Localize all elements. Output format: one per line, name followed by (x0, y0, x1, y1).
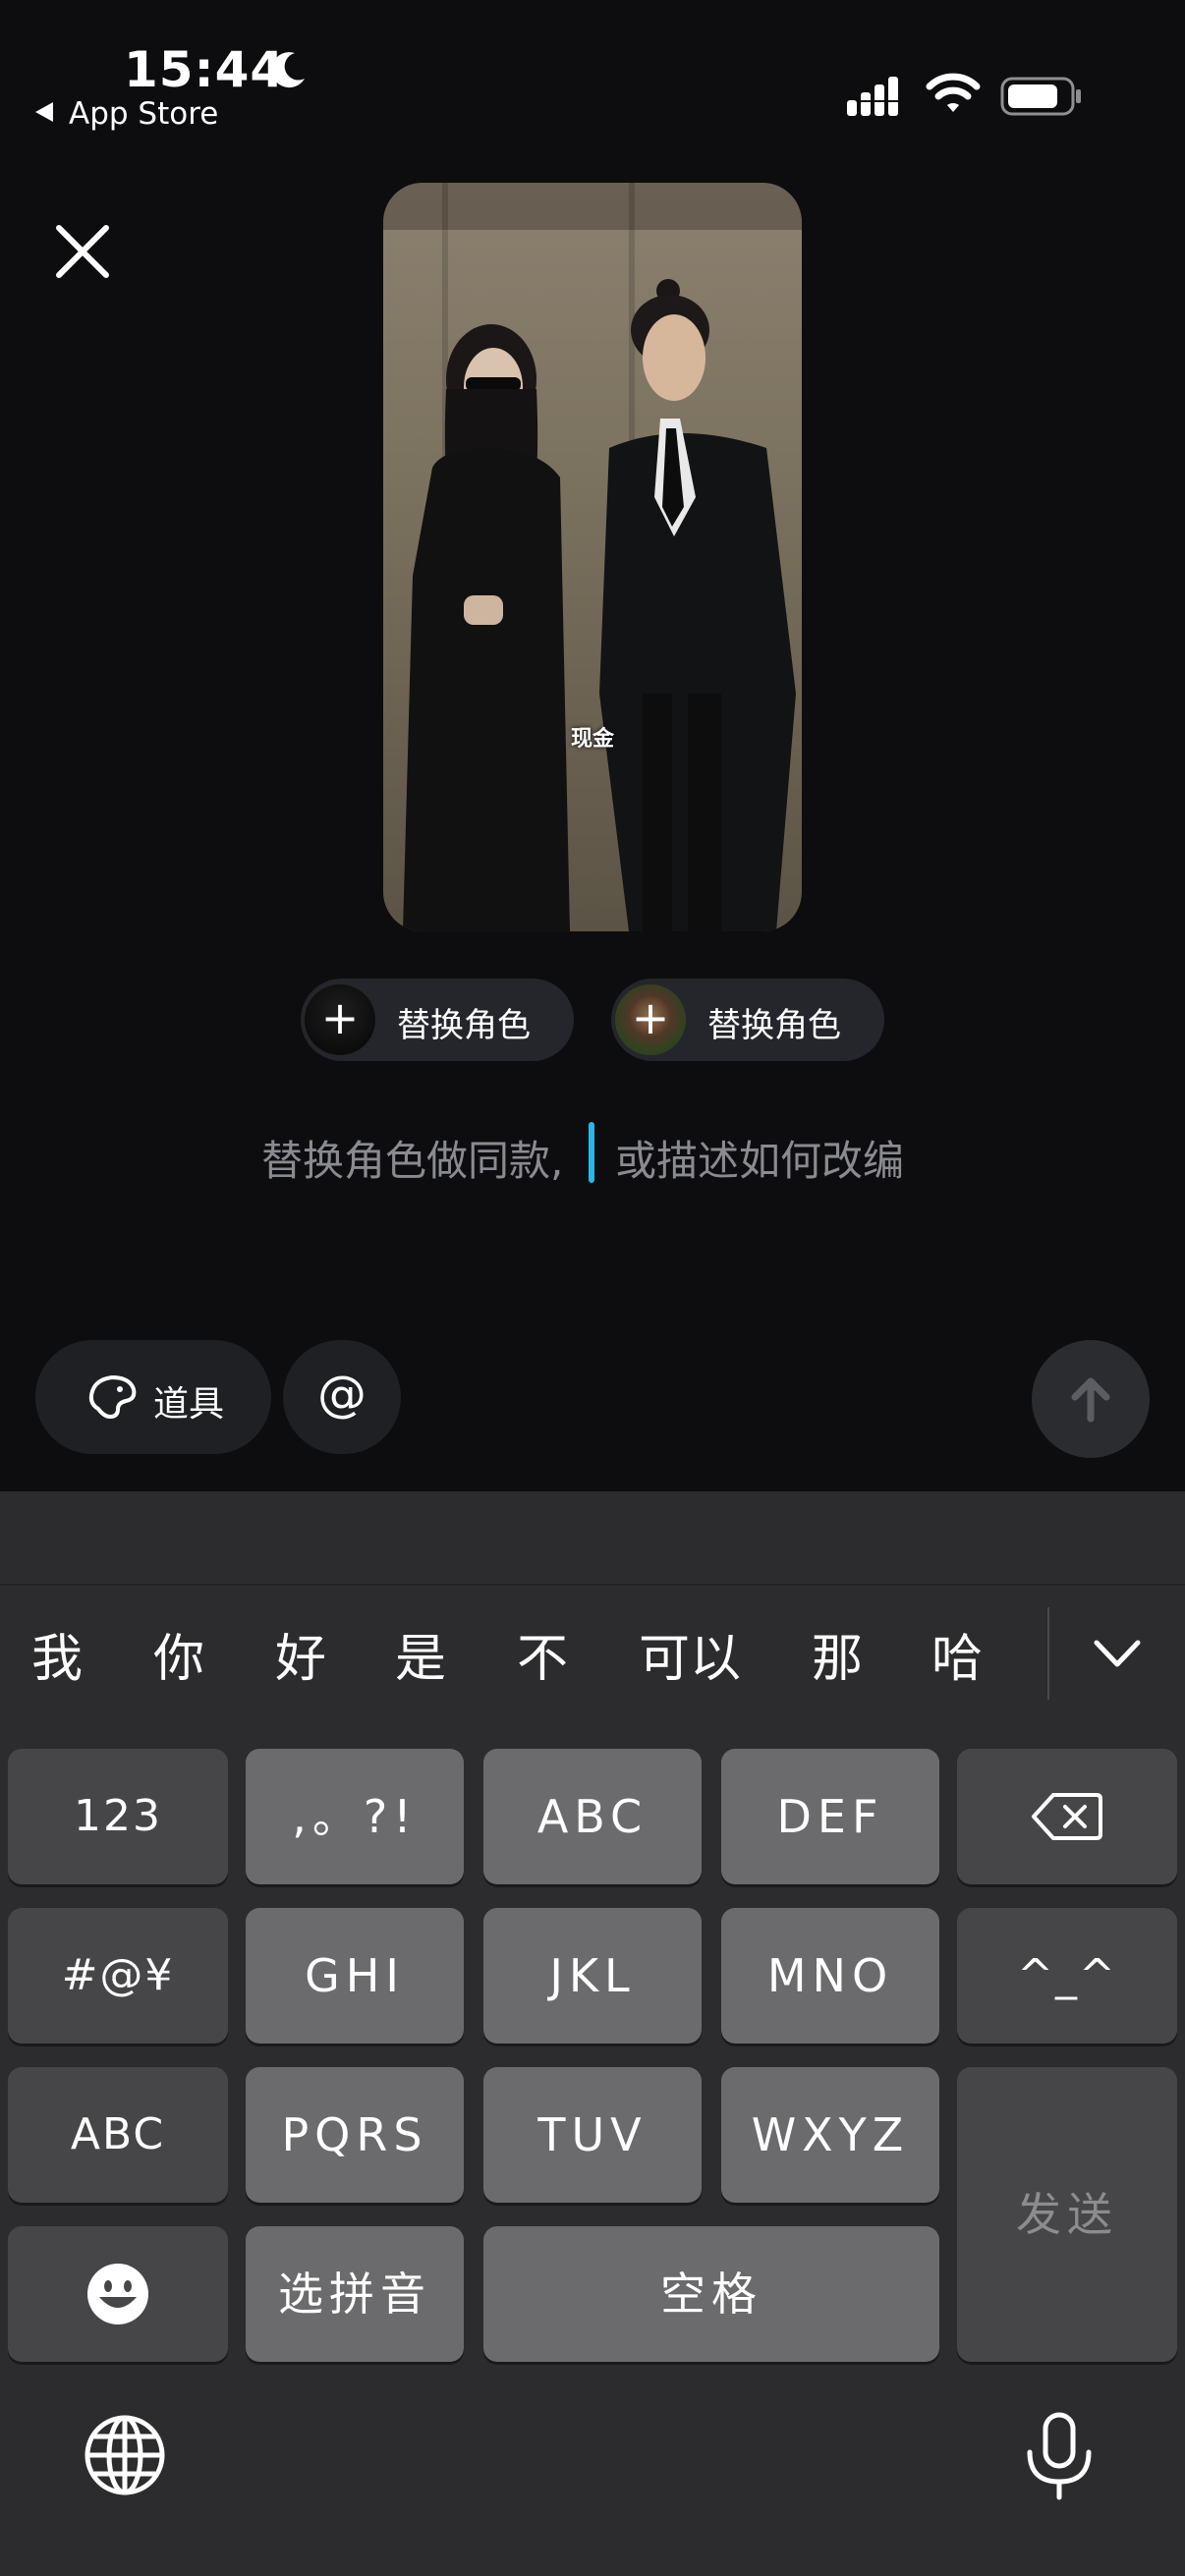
prompt-placeholder-right: 或描述如何改编 (615, 1137, 905, 1185)
chip-label: 替换角色 (397, 1006, 531, 1045)
candidate-word[interactable]: 我 (31, 1617, 83, 1691)
prompt-placeholder-left: 替换角色做同款, (261, 1137, 564, 1185)
send-key[interactable]: 发送 (957, 2067, 1177, 2362)
key-wxyz[interactable]: WXYZ (721, 2067, 939, 2203)
emoji-key[interactable] (8, 2226, 228, 2362)
chip-label: 替换角色 (707, 1006, 841, 1045)
key-123[interactable]: 123 (8, 1749, 228, 1884)
plus-icon: + (615, 984, 686, 1055)
replace-character-chip-2[interactable]: + 替换角色 (611, 979, 884, 1061)
chevron-down-icon[interactable] (1093, 1635, 1142, 1674)
key-pqrs[interactable]: PQRS (246, 2067, 464, 2203)
battery-icon (1000, 77, 1081, 116)
key-english[interactable]: ABC (8, 2067, 228, 2203)
at-icon: @ (317, 1366, 367, 1423)
video-caption: 现金 (570, 727, 614, 752)
status-bar: 15:44 App Store (0, 0, 1185, 157)
candidate-divider (1047, 1607, 1049, 1700)
props-label: 道具 (153, 1384, 225, 1425)
candidate-word[interactable]: 是 (395, 1617, 446, 1691)
emoji-icon (87, 2264, 148, 2324)
key-abc[interactable]: ABC (483, 1749, 702, 1884)
key-tuv[interactable]: TUV (483, 2067, 702, 2203)
send-button[interactable] (1032, 1340, 1150, 1458)
candidate-word[interactable]: 不 (517, 1617, 568, 1691)
text-cursor (589, 1122, 594, 1183)
back-arrow-icon (35, 102, 53, 122)
candidate-word[interactable]: 好 (275, 1617, 326, 1691)
status-time: 15:44 (124, 41, 286, 98)
key-jkl[interactable]: JKL (483, 1908, 702, 2044)
backspace-icon (1032, 1793, 1102, 1840)
back-to-app-store[interactable]: App Store (35, 96, 218, 132)
globe-icon[interactable] (83, 2413, 167, 2497)
props-icon (88, 1375, 137, 1419)
plus-icon: + (305, 984, 375, 1055)
key-mno[interactable]: MNO (721, 1908, 939, 2044)
key-ghi[interactable]: GHI (246, 1908, 464, 2044)
back-app-label: App Store (69, 96, 219, 132)
delete-key[interactable] (957, 1749, 1177, 1884)
prompt-input[interactable]: 替换角色做同款, 或描述如何改编 (0, 1122, 1185, 1187)
replace-character-chip-1[interactable]: + 替换角色 (301, 979, 574, 1061)
props-button[interactable]: 道具 (35, 1340, 271, 1454)
key-emoticon[interactable]: ^_^ (957, 1908, 1177, 2044)
character-avatar-2: + (615, 984, 686, 1055)
close-icon[interactable] (49, 218, 116, 285)
mention-button[interactable]: @ (283, 1340, 401, 1454)
video-people-image (403, 279, 796, 931)
keyboard-toolbar (0, 1491, 1185, 1586)
key-punctuation[interactable]: ,。?! (246, 1749, 464, 1884)
space-key[interactable]: 空格 (483, 2226, 939, 2362)
candidate-bar: 我 你 好 是 不 可以 那 哈 (0, 1588, 1185, 1702)
key-select-pinyin[interactable]: 选拼音 (246, 2226, 464, 2362)
character-avatar-1: + (305, 984, 375, 1055)
arrow-up-icon (1071, 1377, 1110, 1423)
signal-icon (847, 77, 898, 116)
wifi-icon (926, 73, 981, 112)
key-def[interactable]: DEF (721, 1749, 939, 1884)
video-preview[interactable]: 现金 (383, 183, 802, 931)
candidate-word[interactable]: 那 (812, 1617, 863, 1691)
candidate-word[interactable]: 你 (153, 1617, 204, 1691)
candidate-word[interactable]: 可以 (639, 1617, 741, 1691)
microphone-icon[interactable] (1022, 2411, 1097, 2501)
key-symbols[interactable]: #@¥ (8, 1908, 228, 2044)
candidate-word[interactable]: 哈 (931, 1617, 983, 1691)
moon-icon (271, 52, 305, 88)
